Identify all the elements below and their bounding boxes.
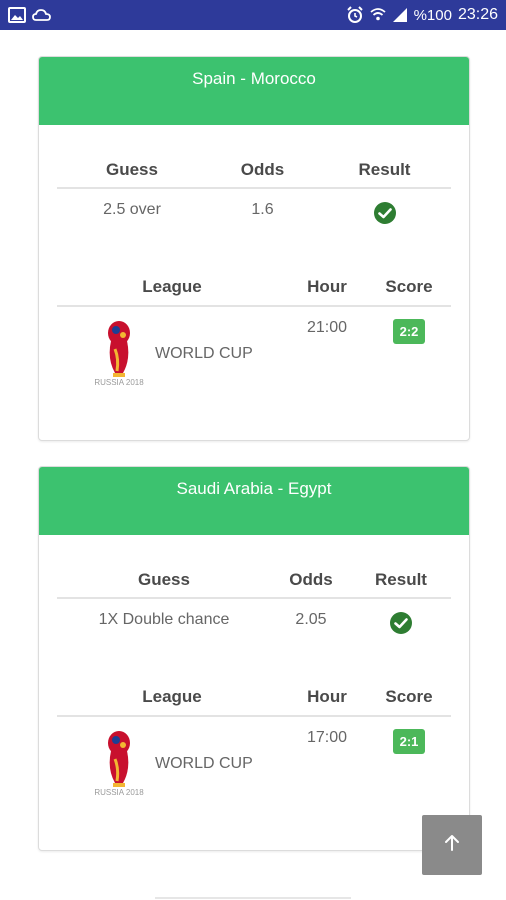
prediction-row: 1X Double chance 2.05 [57, 611, 451, 643]
hour-header: Hour [307, 277, 347, 296]
hour-value: 21:00 [306, 319, 348, 336]
score-badge: 2:2 [392, 319, 426, 344]
league-header: League [142, 687, 202, 706]
wifi-icon [369, 7, 386, 23]
match-title: Saudi Arabia - Egypt [39, 467, 469, 535]
score-badge: 2:1 [392, 729, 426, 754]
world-cup-logo: RUSSIA 2018 [87, 319, 151, 389]
image-icon [8, 7, 26, 23]
result-header: Result [375, 570, 427, 589]
bottom-divider [155, 897, 351, 899]
logo-text: RUSSIA 2018 [94, 788, 144, 797]
hour-value: 17:00 [306, 729, 348, 746]
league-name: WORLD CUP [155, 755, 253, 772]
alarm-icon [346, 6, 364, 24]
guess-header: Guess [106, 160, 158, 179]
cloud-icon [32, 7, 52, 23]
odds-header: Odds [240, 160, 285, 179]
guess-value: 1X Double chance [98, 611, 230, 628]
score-header: Score [385, 277, 433, 296]
arrow-up-icon [442, 833, 462, 858]
world-cup-logo: RUSSIA 2018 [87, 729, 151, 799]
hour-header: Hour [307, 687, 347, 706]
match-card: Spain - Morocco Guess Odds Result 2.5 ov… [38, 56, 470, 441]
league-row: RUSSIA 2018 WORLD CUP 17:00 2:1 [57, 729, 451, 805]
guess-value: 2.5 over [103, 201, 161, 218]
guess-header: Guess [138, 570, 190, 589]
score-cell: 2:1 [367, 729, 451, 754]
prediction-table-header: Guess Odds Result [57, 153, 451, 189]
league-name: WORLD CUP [155, 345, 253, 362]
prediction-table-header: Guess Odds Result [57, 563, 451, 599]
scroll-to-top-button[interactable] [422, 815, 482, 875]
odds-value: 2.05 [295, 611, 327, 628]
score-cell: 2:2 [367, 319, 451, 344]
logo-text: RUSSIA 2018 [94, 378, 144, 387]
match-title: Spain - Morocco [39, 57, 469, 125]
odds-header: Odds [289, 570, 333, 589]
odds-value: 1.6 [251, 201, 274, 218]
status-left [8, 7, 52, 23]
result-value [318, 201, 451, 230]
status-right: %100 23:26 [346, 6, 498, 24]
league-table-header: League Hour Score [57, 679, 451, 717]
prediction-row: 2.5 over 1.6 [57, 201, 451, 233]
check-circle-icon [373, 201, 397, 225]
score-header: Score [385, 687, 433, 706]
battery-text: %100 [413, 6, 452, 24]
league-header: League [142, 277, 202, 296]
result-value [351, 611, 451, 640]
result-header: Result [358, 160, 411, 179]
signal-icon [392, 7, 408, 23]
league-row: RUSSIA 2018 WORLD CUP 21:00 2:2 [57, 319, 451, 395]
league-cell: RUSSIA 2018 WORLD CUP [57, 319, 287, 389]
check-circle-icon [389, 611, 413, 635]
clock-text: 23:26 [457, 6, 498, 23]
status-bar: %100 23:26 [0, 0, 506, 30]
match-card: Saudi Arabia - Egypt Guess Odds Result 1… [38, 466, 470, 851]
league-table-header: League Hour Score [57, 269, 451, 307]
league-cell: RUSSIA 2018 WORLD CUP [57, 729, 287, 799]
